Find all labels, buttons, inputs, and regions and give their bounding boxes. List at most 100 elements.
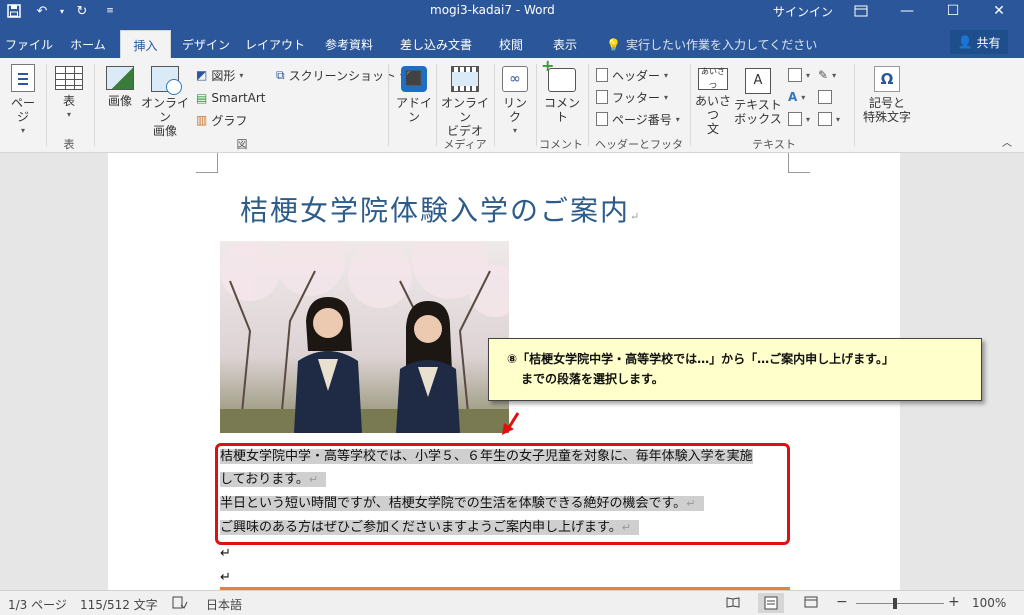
zoom-slider-thumb[interactable] [893, 598, 897, 609]
header-button[interactable]: ヘッダー ▾ [596, 66, 668, 84]
textbox-button[interactable]: A テキスト ボックス [734, 68, 782, 126]
chevron-down-icon: ▾ [801, 92, 806, 102]
zoom-slider[interactable] [856, 603, 944, 604]
save-icon[interactable] [0, 0, 28, 22]
students-photo[interactable] [220, 241, 509, 433]
group-separator [588, 64, 589, 146]
link-icon: ∞ [502, 66, 528, 92]
comment-label: コメント [543, 96, 580, 124]
signin-link[interactable]: サインイン [773, 3, 833, 20]
shapes-button[interactable]: ◩ 図形 ▾ [196, 66, 243, 84]
chevron-down-icon[interactable]: ▾ [56, 0, 68, 22]
calendar-icon [818, 90, 832, 104]
callout-line-1: ⑧「桔梗女学院中学・高等学校では…」から「…ご案内申し上げます。」 [507, 352, 894, 366]
chevron-down-icon: ▾ [20, 126, 25, 135]
word-count[interactable]: 115/512 文字 [80, 596, 158, 613]
symbols-label-2: 特殊文字 [862, 110, 911, 124]
minimize-icon[interactable]: — [884, 0, 930, 22]
screenshot-label: スクリーンショット [288, 68, 396, 83]
textbox-label-1: テキスト [734, 98, 782, 112]
web-layout-icon[interactable] [804, 596, 818, 611]
language[interactable]: 日本語 [206, 596, 242, 613]
tab-review[interactable]: 校閲 [490, 30, 532, 58]
chevron-down-icon: ▾ [806, 114, 811, 124]
group-separator [494, 64, 495, 146]
symbols-button[interactable]: Ω 記号と 特殊文字 [858, 66, 916, 124]
page-number-button[interactable]: ページ番号 ▾ [596, 110, 680, 128]
online-video-button[interactable]: オンライン ビデオ [440, 66, 490, 138]
wordart-button[interactable]: A ▾ [788, 88, 805, 106]
chart-button[interactable]: ▥ グラフ [196, 111, 247, 129]
chevron-down-icon: ▾ [675, 114, 680, 124]
online-picture-label-2: 画像 [152, 124, 177, 138]
tab-home[interactable]: ホーム [62, 30, 114, 58]
tab-file[interactable]: ファイル [4, 30, 54, 58]
greeting-label-1: あいさつ [694, 94, 731, 122]
tell-me-placeholder: 実行したい作業を入力してください [625, 38, 818, 52]
lightbulb-icon: 💡 [606, 37, 621, 52]
callout-line-2: までの段落を選択します。 [521, 372, 664, 386]
customize-qat-icon[interactable]: ≡ [96, 0, 124, 22]
zoom-level[interactable]: 100% [972, 596, 1006, 610]
chevron-down-icon: ▾ [664, 70, 669, 80]
table-button[interactable]: 表 ▾ [52, 66, 86, 122]
quick-parts-button[interactable]: ▾ [788, 66, 810, 84]
tab-view[interactable]: 表示 [544, 30, 586, 58]
group-label-illustrations: 図 [236, 138, 248, 151]
group-separator [46, 64, 47, 146]
screenshot-button[interactable]: ⧉ スクリーンショット ▾ [276, 66, 404, 84]
tab-layout[interactable]: レイアウト [244, 30, 306, 58]
tab-references[interactable]: 参考資料 [318, 30, 380, 58]
greeting-label-2: 文 [706, 122, 719, 136]
empty-paragraph-mark[interactable]: ↵ [220, 543, 231, 565]
footer-button[interactable]: フッター ▾ [596, 88, 668, 106]
tab-mailings[interactable]: 差し込み文書 [392, 30, 480, 58]
group-label-media: メディア [443, 138, 487, 151]
comment-button[interactable]: コメント [540, 59, 584, 124]
redo-icon[interactable]: ↻ [68, 0, 96, 22]
tab-design[interactable]: デザイン [178, 30, 234, 58]
quick-parts-icon [788, 68, 802, 82]
crop-mark [788, 153, 810, 173]
date-time-button[interactable] [818, 88, 832, 106]
tab-insert[interactable]: 挿入 [120, 30, 171, 58]
group-label-table: 表 [63, 138, 75, 151]
read-mode-icon[interactable] [726, 596, 740, 611]
greeting-icon: あいさつ [698, 67, 728, 90]
chevron-up-icon: ︿ [1002, 137, 1012, 149]
zoom-out-button[interactable]: − [836, 594, 848, 610]
undo-icon[interactable]: ↶ [28, 0, 56, 22]
object-button[interactable]: ▾ [818, 110, 840, 128]
close-icon[interactable]: ✕ [976, 0, 1022, 22]
picture-button[interactable]: 画像 [102, 66, 138, 108]
document-area[interactable]: 桔梗女学院体験入学のご案内↵ ⑧「桔梗女学院中学・高等学校では…」から「…ご案内… [0, 153, 1024, 590]
smartart-button[interactable]: ▤ SmartArt [196, 89, 266, 107]
links-button[interactable]: ∞ リンク ▾ [498, 66, 532, 138]
greeting-button[interactable]: あいさつ あいさつ 文 [694, 67, 732, 136]
page-count[interactable]: 1/3 ページ [8, 596, 67, 613]
links-label: リンク [502, 96, 527, 124]
maximize-icon[interactable]: ☐ [930, 0, 976, 22]
proofing-icon[interactable] [172, 596, 188, 612]
addins-label-2: ン [407, 110, 420, 124]
ribbon-display-options-icon[interactable] [838, 0, 884, 22]
chevron-down-icon: ▾ [806, 70, 811, 80]
dropcap-button[interactable]: ▾ [788, 110, 810, 128]
smartart-label: SmartArt [211, 91, 266, 105]
group-separator [536, 64, 537, 146]
share-button[interactable]: 👤 共有 [950, 30, 1008, 54]
document-heading[interactable]: 桔梗女学院体験入学のご案内↵ [240, 189, 641, 229]
collapse-ribbon-button[interactable]: ︿ [1002, 132, 1012, 150]
online-picture-button[interactable]: オンライン 画像 [140, 66, 190, 138]
addins-button[interactable]: ⬛ アドイ ン [396, 66, 432, 124]
pages-button[interactable]: ページ ▾ [6, 64, 40, 138]
screenshot-icon: ⧉ [276, 67, 285, 82]
tell-me-box[interactable]: 💡 実行したい作業を入力してください [606, 36, 817, 53]
online-picture-icon [151, 66, 182, 95]
signature-line-button[interactable]: ✎ ▾ [818, 66, 836, 84]
instruction-callout: ⑧「桔梗女学院中学・高等学校では…」から「…ご案内申し上げます。」 までの段落を… [488, 338, 982, 401]
zoom-in-button[interactable]: + [948, 594, 960, 610]
empty-paragraph-mark[interactable]: ↵ [220, 567, 231, 589]
dropcap-icon [788, 112, 802, 126]
print-layout-icon[interactable] [758, 593, 784, 613]
